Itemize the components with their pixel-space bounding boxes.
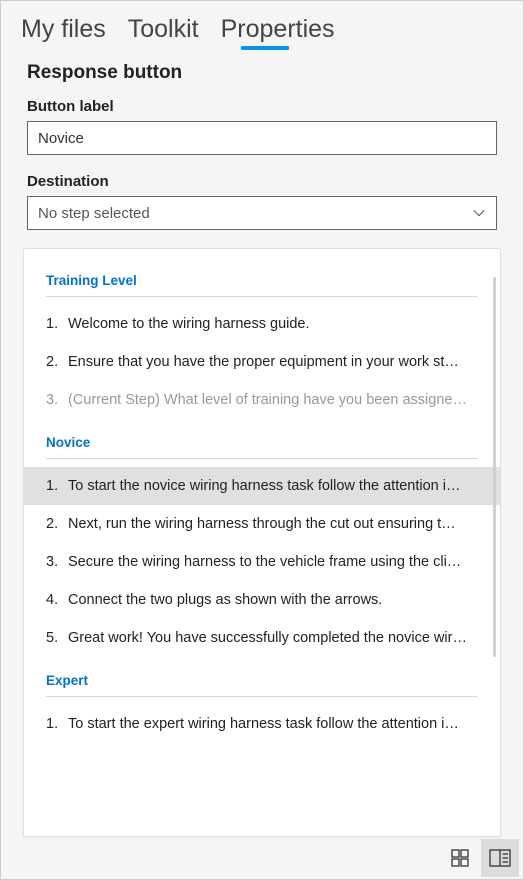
step-text: Ensure that you have the proper equipmen… <box>68 354 459 370</box>
step-item[interactable]: 1.To start the expert wiring harness tas… <box>46 705 478 743</box>
destination-caption: Destination <box>27 173 497 190</box>
step-number: 3. <box>46 392 68 408</box>
step-text: Secure the wiring harness to the vehicle… <box>68 554 461 570</box>
tab-toolkit[interactable]: Toolkit <box>128 15 199 48</box>
step-text: (Current Step) What level of training ha… <box>68 392 467 408</box>
properties-icon <box>489 848 511 868</box>
button-label-field: Button label <box>1 98 523 173</box>
step-item[interactable]: 2.Next, run the wiring harness through t… <box>46 505 478 543</box>
step-number: 1. <box>46 716 68 732</box>
panel-tabs: My files Toolkit Properties <box>1 1 523 56</box>
step-item[interactable]: 3.(Current Step) What level of training … <box>46 381 478 419</box>
chevron-down-icon <box>472 206 486 220</box>
step-item[interactable]: 4.Connect the two plugs as shown with th… <box>46 581 478 619</box>
group-header: Training Level <box>46 267 478 297</box>
properties-panel: My files Toolkit Properties Response but… <box>0 0 524 880</box>
section-title: Response button <box>1 56 523 98</box>
button-label-input[interactable] <box>27 121 497 155</box>
step-item[interactable]: 2.Ensure that you have the proper equipm… <box>46 343 478 381</box>
properties-view-button[interactable] <box>481 839 519 877</box>
destination-placeholder: No step selected <box>38 205 150 222</box>
button-label-caption: Button label <box>27 98 497 115</box>
step-number: 4. <box>46 592 68 608</box>
step-text: To start the expert wiring harness task … <box>68 716 459 732</box>
group-header: Novice <box>46 429 478 459</box>
grid-view-button[interactable] <box>441 839 479 877</box>
group-header: Expert <box>46 667 478 697</box>
tab-properties[interactable]: Properties <box>221 15 335 48</box>
destination-list-scroll[interactable]: Training Level1.Welcome to the wiring ha… <box>24 249 500 836</box>
step-number: 1. <box>46 478 68 494</box>
step-item[interactable]: 3.Secure the wiring harness to the vehic… <box>46 543 478 581</box>
step-number: 2. <box>46 516 68 532</box>
step-text: Connect the two plugs as shown with the … <box>68 592 382 608</box>
destination-field: Destination No step selected <box>1 173 523 248</box>
grid-icon <box>450 848 470 868</box>
step-number: 2. <box>46 354 68 370</box>
scrollbar[interactable] <box>493 277 496 657</box>
step-number: 5. <box>46 630 68 646</box>
step-text: Welcome to the wiring harness guide. <box>68 316 310 332</box>
step-text: Next, run the wiring harness through the… <box>68 516 456 532</box>
step-number: 1. <box>46 316 68 332</box>
tab-my-files[interactable]: My files <box>21 15 106 48</box>
step-item[interactable]: 1.To start the novice wiring harness tas… <box>24 467 500 505</box>
step-item[interactable]: 5.Great work! You have successfully comp… <box>46 619 478 657</box>
step-text: To start the novice wiring harness task … <box>68 478 461 494</box>
step-number: 3. <box>46 554 68 570</box>
destination-select[interactable]: No step selected <box>27 196 497 230</box>
footer-toolbar <box>1 837 523 879</box>
destination-list: Training Level1.Welcome to the wiring ha… <box>23 248 501 837</box>
step-text: Great work! You have successfully comple… <box>68 630 467 646</box>
step-item[interactable]: 1.Welcome to the wiring harness guide. <box>46 305 478 343</box>
